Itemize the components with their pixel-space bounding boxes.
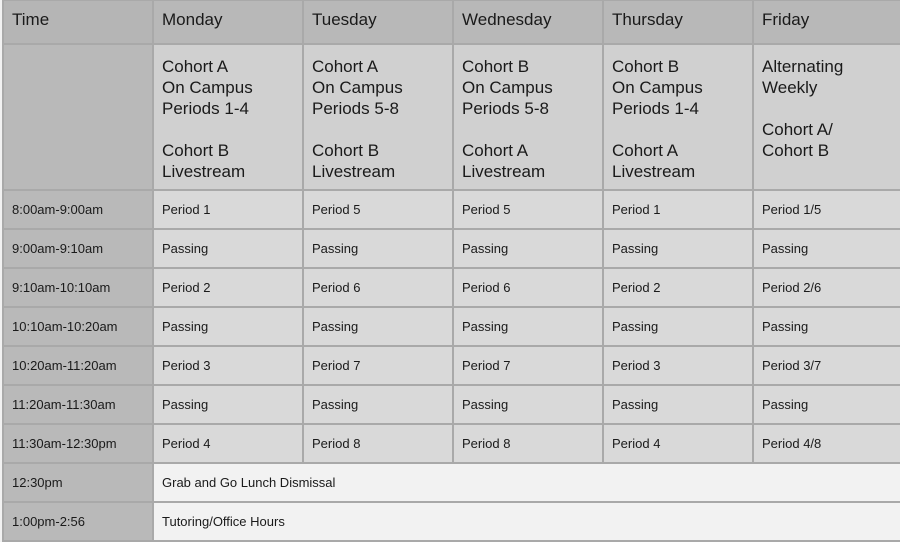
time-cell: 11:20am-11:30am: [2, 384, 154, 425]
period-cell: Passing: [752, 228, 900, 269]
period-cell: Passing: [752, 306, 900, 347]
period-cell: Passing: [152, 306, 304, 347]
cohort-line: Cohort A/: [762, 120, 833, 139]
period-cell: Passing: [452, 384, 604, 425]
period-cell: Period 7: [302, 345, 454, 386]
cohort-line: Cohort A: [312, 57, 379, 76]
cohort-line: Cohort B: [612, 57, 680, 76]
cohort-cell-thursday: Cohort B On Campus Periods 1-4 Cohort A …: [602, 43, 754, 191]
time-cell: 12:30pm: [2, 462, 154, 503]
day-header-friday: Friday: [752, 0, 900, 45]
schedule-row: 9:00am-9:10am Passing Passing Passing Pa…: [2, 228, 900, 269]
schedule-table: Time Monday Tuesday Wednesday Thursday F…: [2, 0, 900, 542]
tutoring-office-hours-cell: Tutoring/Office Hours: [152, 501, 900, 542]
day-header-tuesday: Tuesday: [302, 0, 454, 45]
period-cell: Period 8: [452, 423, 604, 464]
cohort-line: Livestream: [162, 162, 246, 181]
period-cell: Passing: [302, 228, 454, 269]
period-cell: Period 5: [452, 189, 604, 230]
cohort-time-cell-empty: [2, 43, 154, 191]
cohort-cell-monday: Cohort A On Campus Periods 1-4 Cohort B …: [152, 43, 304, 191]
period-cell: Passing: [602, 228, 754, 269]
period-cell: Period 2: [152, 267, 304, 308]
schedule-row: 9:10am-10:10am Period 2 Period 6 Period …: [2, 267, 900, 308]
period-cell: Passing: [152, 228, 304, 269]
schedule-row: 8:00am-9:00am Period 1 Period 5 Period 5…: [2, 189, 900, 230]
period-cell: Passing: [152, 384, 304, 425]
tutoring-row: 1:00pm-2:56 Tutoring/Office Hours: [2, 501, 900, 542]
period-cell: Period 2: [602, 267, 754, 308]
cohort-line: Cohort A: [162, 57, 229, 76]
period-cell: Period 5: [302, 189, 454, 230]
cohort-line: Weekly: [762, 78, 818, 97]
cohort-gap: [312, 119, 451, 140]
cohort-line: Livestream: [612, 162, 696, 181]
period-cell: Period 1: [602, 189, 754, 230]
cohort-line: Livestream: [312, 162, 396, 181]
period-cell: Period 4/8: [752, 423, 900, 464]
period-cell: Period 3: [602, 345, 754, 386]
period-cell: Period 4: [602, 423, 754, 464]
period-cell: Passing: [452, 228, 604, 269]
schedule-row: 10:20am-11:20am Period 3 Period 7 Period…: [2, 345, 900, 386]
cohort-gap: [162, 119, 301, 140]
period-cell: Period 2/6: [752, 267, 900, 308]
period-cell: Passing: [602, 384, 754, 425]
period-cell: Passing: [302, 384, 454, 425]
day-header-thursday: Thursday: [602, 0, 754, 45]
cohort-line: Cohort B: [162, 141, 230, 160]
period-cell: Period 8: [302, 423, 454, 464]
period-cell: Passing: [752, 384, 900, 425]
day-header-monday: Monday: [152, 0, 304, 45]
lunch-row: 12:30pm Grab and Go Lunch Dismissal: [2, 462, 900, 503]
cohort-line: Periods 1-4: [612, 99, 699, 118]
cohort-gap: [462, 119, 601, 140]
cohort-cell-friday: Alternating Weekly Cohort A/ Cohort B: [752, 43, 900, 191]
period-cell: Period 7: [452, 345, 604, 386]
cohort-gap: [612, 119, 751, 140]
time-cell: 10:20am-11:20am: [2, 345, 154, 386]
time-cell: 1:00pm-2:56: [2, 501, 154, 542]
period-cell: Period 4: [152, 423, 304, 464]
cohort-gap: [762, 98, 900, 119]
day-header-wednesday: Wednesday: [452, 0, 604, 45]
period-cell: Period 6: [452, 267, 604, 308]
schedule-row: 11:30am-12:30pm Period 4 Period 8 Period…: [2, 423, 900, 464]
period-cell: Period 6: [302, 267, 454, 308]
cohort-line: On Campus: [162, 78, 253, 97]
cohort-line: On Campus: [312, 78, 403, 97]
schedule-row: 10:10am-10:20am Passing Passing Passing …: [2, 306, 900, 347]
period-cell: Passing: [452, 306, 604, 347]
time-cell: 10:10am-10:20am: [2, 306, 154, 347]
cohort-line: Periods 5-8: [462, 99, 549, 118]
lunch-dismissal-cell: Grab and Go Lunch Dismissal: [152, 462, 900, 503]
cohort-line: Cohort B: [462, 57, 530, 76]
time-cell: 9:10am-10:10am: [2, 267, 154, 308]
cohort-row: Cohort A On Campus Periods 1-4 Cohort B …: [2, 43, 900, 191]
cohort-line: Cohort B: [762, 141, 830, 160]
period-cell: Period 1: [152, 189, 304, 230]
cohort-line: Cohort A: [462, 141, 529, 160]
cohort-line: On Campus: [612, 78, 703, 97]
cohort-line: Livestream: [462, 162, 546, 181]
time-column-header: Time: [2, 0, 154, 45]
header-row: Time Monday Tuesday Wednesday Thursday F…: [2, 0, 900, 45]
cohort-line: Periods 5-8: [312, 99, 399, 118]
schedule-row: 11:20am-11:30am Passing Passing Passing …: [2, 384, 900, 425]
period-cell: Period 3: [152, 345, 304, 386]
cohort-line: Cohort A: [612, 141, 679, 160]
cohort-line: Alternating: [762, 57, 844, 76]
cohort-line: Cohort B: [312, 141, 380, 160]
period-cell: Period 3/7: [752, 345, 900, 386]
period-cell: Period 1/5: [752, 189, 900, 230]
time-cell: 11:30am-12:30pm: [2, 423, 154, 464]
cohort-line: Periods 1-4: [162, 99, 249, 118]
cohort-cell-wednesday: Cohort B On Campus Periods 5-8 Cohort A …: [452, 43, 604, 191]
cohort-line: On Campus: [462, 78, 553, 97]
period-cell: Passing: [302, 306, 454, 347]
period-cell: Passing: [602, 306, 754, 347]
time-cell: 9:00am-9:10am: [2, 228, 154, 269]
cohort-cell-tuesday: Cohort A On Campus Periods 5-8 Cohort B …: [302, 43, 454, 191]
time-cell: 8:00am-9:00am: [2, 189, 154, 230]
